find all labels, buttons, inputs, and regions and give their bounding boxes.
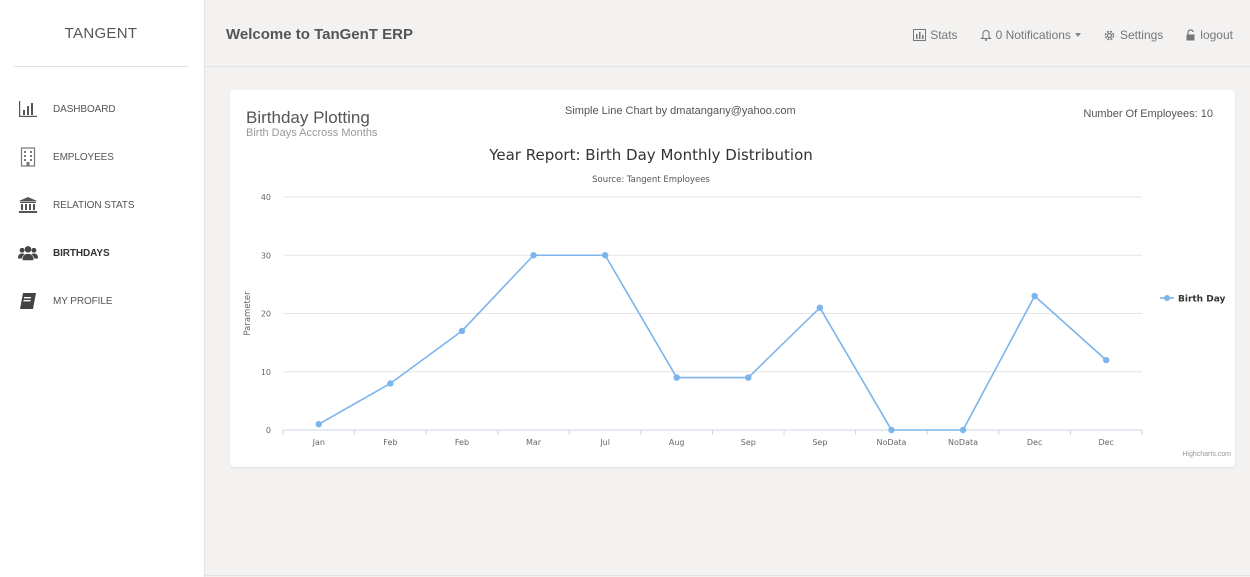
sidebar-item-label: EMPLOYEES bbox=[53, 151, 114, 163]
bell-icon bbox=[979, 29, 992, 41]
line-chart: Year Report: Birth Day Monthly Distribut… bbox=[243, 146, 1225, 447]
y-tick-label: 10 bbox=[261, 368, 271, 377]
top-nav: Stats 0 Notifications Settings logout bbox=[891, 28, 1233, 42]
sidebar-item-relation-stats[interactable]: RELATION STATS bbox=[18, 193, 134, 217]
x-tick-label: Dec bbox=[1098, 438, 1113, 447]
data-point bbox=[1031, 292, 1038, 300]
book-icon bbox=[18, 291, 38, 311]
lock-icon bbox=[1186, 29, 1195, 41]
x-tick-label: Feb bbox=[455, 438, 469, 447]
chart-subtitle: Source: Tangent Employees bbox=[592, 175, 710, 185]
data-point bbox=[816, 304, 824, 311]
sidebar-item-birthdays[interactable]: BIRTHDAYS bbox=[18, 241, 110, 265]
x-tick-label: Sep bbox=[812, 438, 827, 447]
logout-link[interactable]: logout bbox=[1185, 28, 1233, 42]
top-bar: Welcome to TanGenT ERP Stats 0 Notificat… bbox=[205, 0, 1250, 67]
data-point bbox=[959, 426, 967, 434]
sidebar-item-dashboard[interactable]: DASHBOARD bbox=[18, 97, 116, 121]
data-point bbox=[315, 420, 322, 428]
sidebar-item-employees[interactable]: EMPLOYEES bbox=[18, 145, 114, 169]
sidebar-item-my-profile[interactable]: MY PROFILE bbox=[18, 289, 112, 313]
stats-icon bbox=[913, 29, 927, 41]
legend-marker bbox=[1164, 295, 1170, 301]
bar-chart-icon bbox=[18, 99, 38, 119]
logout-label: logout bbox=[1200, 28, 1233, 42]
settings-label: Settings bbox=[1119, 28, 1164, 42]
chevron-down-icon bbox=[1074, 33, 1081, 37]
y-tick-label: 0 bbox=[266, 426, 271, 435]
chart-title: Year Report: Birth Day Monthly Distribut… bbox=[488, 146, 813, 164]
data-point bbox=[458, 327, 466, 335]
chart-credits[interactable]: Highcharts.com bbox=[1182, 451, 1231, 458]
y-axis-label: Parameter bbox=[243, 291, 253, 336]
users-icon bbox=[18, 243, 38, 263]
x-tick-label: NoData bbox=[876, 438, 906, 447]
data-point bbox=[745, 374, 752, 381]
x-tick-label: Dec bbox=[1027, 438, 1042, 447]
y-tick-label: 40 bbox=[261, 193, 271, 202]
sidebar-item-label: DASHBOARD bbox=[53, 103, 116, 115]
x-tick-label: NoData bbox=[948, 438, 978, 447]
x-tick-label: Jan bbox=[312, 438, 325, 447]
bank-icon bbox=[18, 195, 38, 215]
sidebar-item-label: RELATION STATS bbox=[53, 199, 135, 211]
data-point bbox=[601, 252, 609, 259]
building-icon bbox=[18, 147, 38, 167]
x-tick-label: Feb bbox=[383, 438, 397, 447]
legend-label: Birth Day bbox=[1178, 295, 1225, 305]
x-tick-label: Aug bbox=[669, 438, 685, 447]
divider bbox=[205, 575, 1250, 576]
x-tick-label: Sep bbox=[741, 438, 756, 447]
page-title: Welcome to TanGenT ERP bbox=[226, 26, 413, 43]
x-tick-label: Jul bbox=[599, 438, 610, 447]
stats-label: Stats bbox=[930, 28, 958, 42]
data-point bbox=[1103, 356, 1110, 364]
y-tick-label: 30 bbox=[261, 251, 271, 260]
gear-icon bbox=[1104, 30, 1115, 40]
brand-logo[interactable]: TANGENT bbox=[14, 0, 188, 67]
data-point bbox=[673, 374, 680, 381]
series-line bbox=[318, 254, 1107, 431]
sidebar-item-label: MY PROFILE bbox=[53, 295, 113, 307]
sidebar-item-label: BIRTHDAYS bbox=[53, 247, 110, 259]
main-content: Welcome to TanGenT ERP Stats 0 Notificat… bbox=[204, 0, 1250, 577]
x-tick-label: Mar bbox=[526, 438, 542, 447]
notifications-dropdown[interactable]: 0 Notifications bbox=[979, 28, 1081, 42]
y-tick-label: 20 bbox=[261, 310, 271, 319]
settings-link[interactable]: Settings bbox=[1103, 28, 1163, 42]
data-point bbox=[530, 252, 537, 259]
data-point bbox=[888, 426, 895, 434]
data-point bbox=[387, 380, 394, 387]
notifications-label: 0 Notifications bbox=[995, 28, 1071, 42]
birthday-chart-card: Birthday Plotting Birth Days Accross Mon… bbox=[230, 90, 1235, 467]
sidebar: TANGENT DASHBOARD EMPLOYEES RELATION STA… bbox=[0, 0, 204, 577]
stats-link[interactable]: Stats bbox=[913, 28, 958, 42]
